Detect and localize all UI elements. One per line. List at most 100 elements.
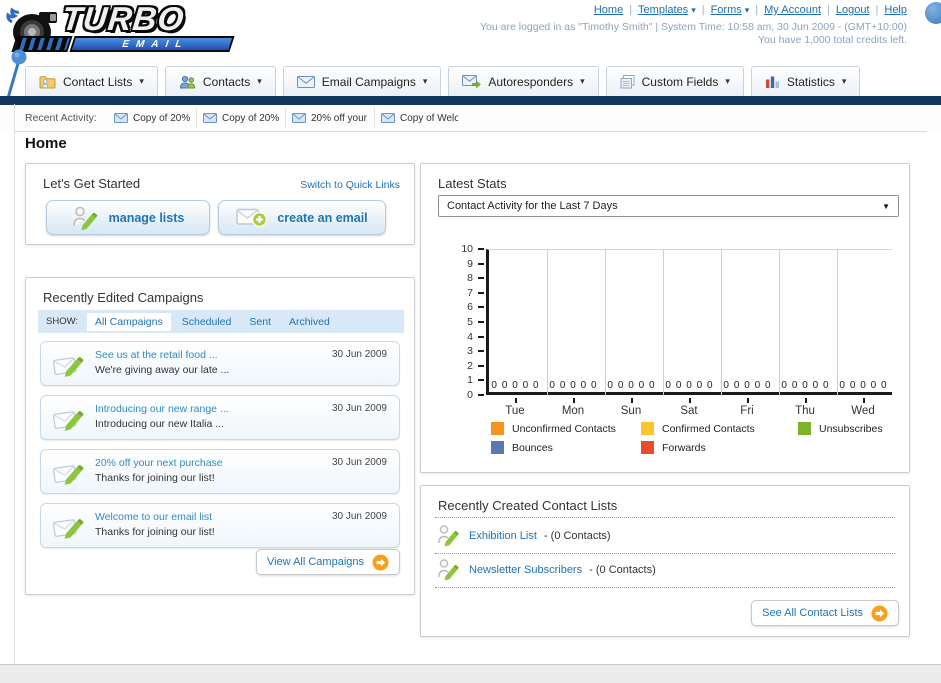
x-axis-day-label: Thu xyxy=(795,405,815,417)
campaign-envelope-pencil-icon xyxy=(53,405,85,431)
chevron-down-icon: ▾ xyxy=(257,76,262,86)
campaign-title-link[interactable]: 20% off your next purchase xyxy=(95,457,223,469)
y-axis-tick-label: 7 xyxy=(467,286,473,299)
legend-item-unconfirmed-contacts: Unconfirmed Contacts xyxy=(491,422,641,435)
view-all-campaigns-button[interactable]: View All Campaigns xyxy=(255,549,400,575)
recent-activity-item-label: Copy of 20% off yo xyxy=(133,112,190,124)
dotted-separator xyxy=(435,553,895,554)
filter-all-campaigns[interactable]: All Campaigns xyxy=(87,312,171,331)
legend-item-forwards: Forwards xyxy=(641,441,798,454)
data-value-label: 0 xyxy=(723,380,729,391)
recent-activity-item-label: 20% off your next p xyxy=(311,112,368,124)
header-link-label: Home xyxy=(593,4,624,16)
filter-archived[interactable]: Archived xyxy=(289,316,330,328)
recent-activity-item[interactable]: Copy of Welcome to xyxy=(375,108,464,128)
chart-gridline xyxy=(721,250,722,396)
campaign-title-link[interactable]: Welcome to our email list xyxy=(95,511,212,523)
turbo-email-logo[interactable]: TURBO EMAIL xyxy=(6,0,256,58)
dotted-separator xyxy=(435,587,895,588)
tab-email-campaigns[interactable]: Email Campaigns ▾ xyxy=(282,66,442,96)
y-axis-tick xyxy=(478,306,484,309)
x-axis-day-label: Sun xyxy=(620,405,642,417)
contact-list-pencil-icon xyxy=(437,558,459,582)
campaigns-panel-title: Recently Edited Campaigns xyxy=(43,290,204,305)
header-link-templates[interactable]: Templates ▾ xyxy=(638,4,696,16)
header-link-help[interactable]: Help xyxy=(884,4,907,16)
tab-label: Contacts xyxy=(202,74,251,89)
contact-list-row[interactable]: Newsletter Subscribers - (0 Contacts) xyxy=(437,556,893,586)
contact-list-name-link[interactable]: Exhibition List xyxy=(469,530,537,542)
header-link-label: My Account xyxy=(764,4,821,16)
corner-ball-decoration xyxy=(925,2,941,24)
y-axis-tick-label: 4 xyxy=(467,330,473,343)
data-value-label: 0 xyxy=(781,380,787,391)
y-axis-tick xyxy=(478,350,484,353)
data-value-label: 0 xyxy=(580,380,587,391)
tab-contact-lists[interactable]: Contact Lists ▾ xyxy=(25,66,158,96)
x-axis-tick xyxy=(689,398,691,403)
y-axis-tick xyxy=(478,335,484,338)
data-value-label: 0 xyxy=(823,380,829,391)
tab-custom-fields[interactable]: Custom Fields ▾ xyxy=(605,66,744,96)
y-axis-tick-label: 3 xyxy=(467,345,473,358)
contact-list-text: Exhibition List - (0 Contacts) xyxy=(469,530,611,542)
switch-to-quick-links[interactable]: Switch to Quick Links xyxy=(300,179,400,191)
tab-statistics[interactable]: Statistics ▾ xyxy=(750,66,861,96)
nav-separator: | xyxy=(755,4,759,16)
dotted-separator xyxy=(435,517,895,518)
main-nav-tabbar: Contact Lists ▾ Contacts ▾ Email Campaigns ▾ A… xyxy=(25,66,861,96)
recent-activity-item[interactable]: Copy of 20% off yo xyxy=(108,108,197,128)
recent-activity-item[interactable]: Copy of 20% off yo xyxy=(197,108,286,128)
campaign-title-link[interactable]: See us at the retail food ... xyxy=(95,349,218,361)
y-axis-tick-label: 5 xyxy=(467,316,473,328)
data-value-label: 0 xyxy=(686,380,692,391)
logo-banner: EMAIL xyxy=(69,36,235,52)
contact-list-name-link[interactable]: Newsletter Subscribers xyxy=(469,564,582,576)
page-title: Home xyxy=(25,135,67,152)
x-axis-tick xyxy=(863,398,865,403)
campaign-row[interactable]: See us at the retail food ... We're givin… xyxy=(40,341,400,386)
horizontal-rule xyxy=(14,131,927,132)
campaign-row[interactable]: Welcome to our email list Thanks for join… xyxy=(40,503,400,548)
data-value-label: 0 xyxy=(522,380,529,391)
data-value-label: 0 xyxy=(501,380,508,391)
arrow-circle-icon xyxy=(871,605,888,622)
header: TURBO EMAIL Home | Templates ▾ | Forms ▾ | My Ac… xyxy=(0,0,941,113)
create-an-email-button[interactable]: create an email xyxy=(218,200,386,235)
header-link-logout[interactable]: Logout xyxy=(836,4,870,16)
header-link-my-account[interactable]: My Account xyxy=(764,4,821,16)
header-link-forms[interactable]: Forms ▾ xyxy=(711,4,750,16)
arrow-circle-icon xyxy=(372,554,389,571)
filter-scheduled[interactable]: Scheduled xyxy=(182,316,232,328)
campaign-title-link[interactable]: Introducing our new range ... xyxy=(95,403,229,415)
data-value-label: 0 xyxy=(570,380,576,391)
x-axis-day-label: Mon xyxy=(561,405,585,417)
campaign-envelope-pencil-icon xyxy=(53,513,85,539)
recent-activity-label: Recent Activity: xyxy=(25,112,97,124)
data-value-label: 0 xyxy=(696,380,703,391)
data-value-label: 0 xyxy=(617,380,624,391)
nav-separator: | xyxy=(875,4,879,16)
nav-separator: | xyxy=(827,4,830,16)
contact-list-row[interactable]: Exhibition List - (0 Contacts) xyxy=(437,522,893,552)
footer-strip xyxy=(0,665,941,683)
campaign-subtitle: Thanks for joining our list! xyxy=(95,472,215,484)
chart-plot-area xyxy=(486,249,892,396)
campaign-row[interactable]: 20% off your next purchase Thanks for joi… xyxy=(40,449,400,494)
legend-label: Forwards xyxy=(662,441,706,454)
tab-autoresponders[interactable]: Autoresponders ▾ xyxy=(448,66,599,96)
manage-lists-button[interactable]: manage lists xyxy=(46,200,210,235)
filter-sent[interactable]: Sent xyxy=(249,316,271,328)
chevron-down-icon: ▾ xyxy=(841,76,847,86)
data-value-label: 0 xyxy=(628,380,634,391)
see-all-contact-lists-button[interactable]: See All Contact Lists xyxy=(751,600,899,626)
chevron-down-icon: ▾ xyxy=(725,76,730,86)
data-value-label: 0 xyxy=(849,380,856,391)
campaign-row[interactable]: Introducing our new range ... Introducing… xyxy=(40,395,400,440)
campaign-subtitle: We're giving away our late ... xyxy=(95,364,230,376)
latest-stats-panel: Latest Stats Contact Activity for the La… xyxy=(420,163,910,473)
recent-activity-item[interactable]: 20% off your next p xyxy=(286,108,375,128)
tab-contacts[interactable]: Contacts ▾ xyxy=(164,66,276,96)
show-label: SHOW: xyxy=(46,316,79,327)
header-link-home[interactable]: Home xyxy=(594,4,623,16)
